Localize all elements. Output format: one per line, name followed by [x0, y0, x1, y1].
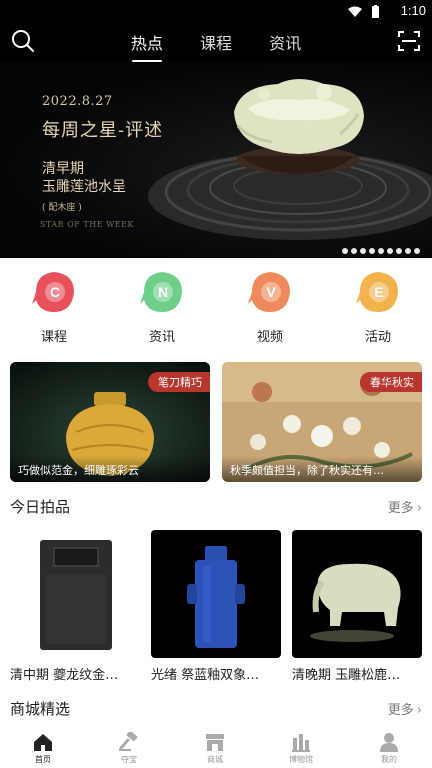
carousel-dot[interactable]: [414, 247, 420, 254]
quick-entry-label: 视频: [256, 330, 283, 345]
quick-entry-letter: V: [266, 284, 276, 300]
scan-button[interactable]: [396, 28, 422, 54]
more-link[interactable]: 更多 ›: [388, 699, 422, 718]
mall-header: 商城精选 更多 ›: [10, 698, 422, 720]
profile-icon: [380, 733, 398, 752]
top-tabs: 热点 课程 资讯: [0, 30, 432, 62]
nav-store[interactable]: 商城: [172, 732, 258, 765]
banner-subtitle: 清早期 玉雕莲池水呈: [42, 160, 126, 196]
scan-icon: [398, 31, 420, 51]
feature-card-2[interactable]: 春华秋实 秋季颇值担当，除了秋实还有…: [222, 362, 422, 482]
nav-label: 我的: [381, 755, 397, 764]
nav-label: 夺宝: [121, 755, 137, 764]
nav-label: 博物馆: [289, 755, 313, 764]
status-bar: 1:10: [0, 0, 432, 22]
carousel-dot[interactable]: [369, 247, 375, 254]
jade-elephant-image: [310, 563, 401, 642]
carousel-dot[interactable]: [387, 247, 393, 254]
auction-title: 清中期 夔龙纹金…: [10, 668, 119, 683]
bottom-nav: 首页 夺宝 商城 博物馆 我的: [0, 728, 432, 768]
auction-title: 光绪 祭蓝釉双象…: [151, 668, 260, 683]
banner-note: ( 配木座 ): [42, 203, 82, 213]
top-nav: 热点 课程 资讯: [0, 24, 432, 62]
event-icon: E: [356, 272, 398, 312]
quick-entry-label: 课程: [40, 330, 67, 345]
nav-museum[interactable]: 博物馆: [258, 732, 344, 765]
tab-course[interactable]: 课程: [200, 30, 232, 60]
store-icon: [206, 734, 224, 751]
quick-entry-label: 活动: [364, 330, 391, 345]
banner-english-caption: STAR OF THE WEEK: [40, 220, 134, 229]
carousel-dot[interactable]: [396, 247, 402, 254]
tab-hot[interactable]: 热点: [131, 30, 163, 62]
carousel-dots: [339, 240, 420, 254]
quick-entry-letter: C: [50, 284, 60, 300]
auction-tile[interactable]: 光绪 祭蓝釉双象…: [151, 530, 281, 683]
news-icon: N: [140, 272, 182, 312]
nav-label: 商城: [207, 755, 223, 764]
card-caption: 秋季颇值担当，除了秋实还有…: [222, 456, 422, 482]
more-label: 更多: [387, 501, 414, 516]
blue-vase-image: [187, 546, 245, 648]
card-tag: 笔刀精巧: [148, 372, 210, 392]
carousel-dot[interactable]: [360, 247, 366, 254]
banner-date: 2022.8.27: [42, 94, 113, 109]
carousel-dot[interactable]: [378, 247, 384, 254]
feature-card-1[interactable]: 笔刀精巧 巧做似范金，细雕琢彩云: [10, 362, 210, 482]
auction-tile[interactable]: 清中期 夔龙纹金…: [10, 530, 140, 683]
card-tag: 春华秋实: [360, 372, 422, 392]
chevron-right-icon: ›: [416, 501, 422, 516]
nav-home[interactable]: 首页: [0, 732, 86, 765]
quick-entry-letter: E: [374, 284, 383, 300]
quick-entry-letter: N: [158, 284, 168, 300]
auction-tile[interactable]: 清晚期 玉雕松鹿…: [292, 530, 422, 683]
video-icon: V: [248, 272, 290, 312]
wifi-battery-icon: [348, 5, 379, 18]
status-icons: [346, 4, 386, 23]
banner-subtitle-line2: 玉雕莲池水呈: [42, 179, 126, 195]
quick-entry-0[interactable]: C 课程: [14, 268, 94, 345]
section-title: 今日拍品: [10, 498, 71, 516]
quick-entry-3[interactable]: E 活动: [338, 268, 418, 345]
jade-artwork-image: [148, 79, 432, 240]
auction-image: [10, 530, 140, 658]
auction-title: 清晚期 玉雕松鹿…: [292, 668, 401, 683]
banner-subtitle-line1: 清早期: [42, 161, 84, 177]
museum-icon: [292, 734, 310, 752]
auction-image: [292, 530, 422, 658]
nav-profile[interactable]: 我的: [346, 732, 432, 765]
chevron-right-icon: ›: [416, 703, 422, 718]
carousel-dot[interactable]: [405, 247, 411, 254]
status-time: 1:10: [400, 3, 426, 18]
today-auction-header: 今日拍品 更多 ›: [10, 496, 422, 518]
carousel-dot[interactable]: [342, 247, 348, 254]
quick-entry-label: 资讯: [148, 330, 175, 345]
quick-entry-2[interactable]: V 视频: [230, 268, 310, 345]
quick-entry-1[interactable]: N 资讯: [122, 268, 202, 345]
hammer-icon: [119, 732, 138, 751]
carousel-dot[interactable]: [351, 247, 357, 254]
quick-entries: C 课程 N 资讯 V 视频 E 活动: [0, 268, 432, 348]
card-caption: 巧做似范金，细雕琢彩云: [10, 456, 210, 482]
more-link[interactable]: 更多 ›: [388, 497, 422, 516]
ink-stick-image: [40, 540, 112, 650]
nav-treasure[interactable]: 夺宝: [86, 732, 172, 765]
auction-image: [151, 530, 281, 658]
more-label: 更多: [387, 703, 414, 718]
tab-news[interactable]: 资讯: [269, 30, 301, 60]
banner-carousel[interactable]: 2022.8.27 每周之星-评述 清早期 玉雕莲池水呈 ( 配木座 ) STA…: [0, 62, 432, 258]
course-icon: C: [32, 272, 74, 312]
nav-label: 首页: [35, 755, 51, 764]
section-title: 商城精选: [10, 700, 71, 718]
banner-title: 每周之星-评述: [42, 120, 164, 141]
home-icon: [34, 734, 52, 751]
hero-section: 1:10 热点 课程 资讯 2022.8.27 每周之星-评述 清早期 玉雕莲池…: [0, 0, 432, 258]
